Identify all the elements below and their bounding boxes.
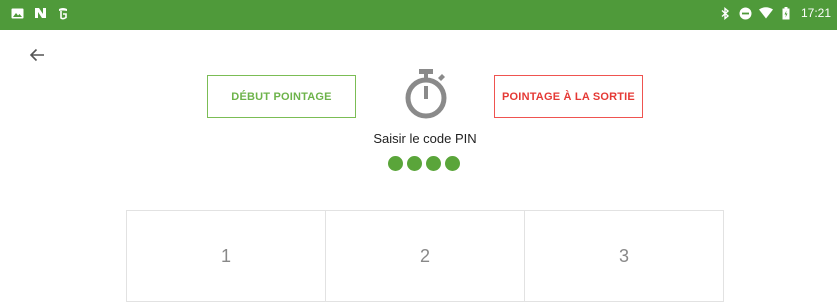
pin-dot — [426, 156, 441, 171]
end-clocking-button[interactable]: POINTAGE À LA SORTIE — [494, 75, 643, 118]
status-bar-right: 17:21 — [719, 6, 831, 20]
n-app-icon — [33, 6, 47, 20]
pin-dots — [388, 156, 460, 171]
pin-dot — [388, 156, 403, 171]
pin-prompt: Saisir le code PIN — [373, 131, 477, 146]
pin-dot — [445, 156, 460, 171]
bluetooth-icon — [719, 6, 733, 20]
start-clocking-button[interactable]: DÉBUT POINTAGE — [207, 75, 356, 118]
keypad: 1 2 3 — [126, 210, 724, 302]
back-button[interactable] — [27, 45, 47, 65]
wifi-icon — [758, 6, 773, 20]
status-bar-left — [10, 6, 70, 20]
keypad-key-1[interactable]: 1 — [127, 211, 325, 301]
arrow-left-icon — [29, 48, 45, 62]
status-bar: 17:21 — [0, 0, 837, 30]
battery-icon — [779, 6, 793, 20]
image-icon — [10, 6, 24, 20]
pin-dot — [407, 156, 422, 171]
keypad-key-2[interactable]: 2 — [325, 211, 524, 301]
status-time: 17:21 — [800, 6, 831, 20]
nyt-icon — [56, 6, 70, 20]
dnd-icon — [739, 6, 753, 20]
keypad-key-3[interactable]: 3 — [524, 211, 723, 301]
stopwatch-icon — [400, 67, 452, 121]
